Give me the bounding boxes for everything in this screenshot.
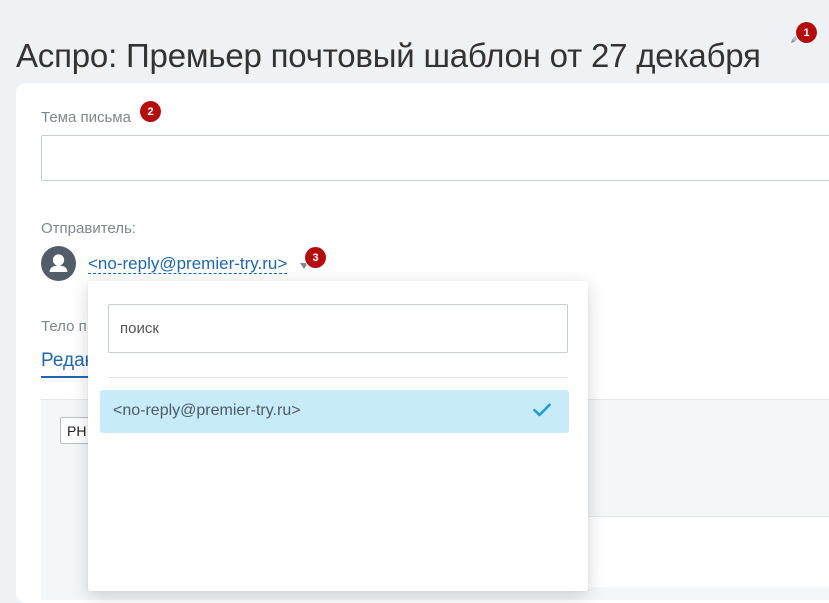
body-label: Тело п	[41, 318, 87, 335]
notification-badge-2: 2	[140, 101, 161, 122]
search-input[interactable]	[108, 304, 568, 353]
page-title: Аспро: Премьер почтовый шаблон от 27 дек…	[16, 37, 761, 75]
tab-editor[interactable]: Редак	[41, 350, 93, 372]
dropdown-option-label: <no-reply@premier-try.ru>	[113, 402, 301, 419]
dropdown-divider	[108, 377, 568, 378]
notification-badge-3: 3	[305, 247, 326, 268]
checkmark-icon	[533, 403, 551, 417]
sender-label: Отправитель:	[41, 220, 136, 237]
user-avatar-icon	[41, 246, 76, 281]
sender-select-link[interactable]: <no-reply@premier-try.ru>	[88, 254, 288, 274]
sender-dropdown: <no-reply@premier-try.ru>	[88, 281, 588, 591]
subject-input[interactable]	[41, 135, 829, 181]
dropdown-option-selected[interactable]: <no-reply@premier-try.ru>	[100, 390, 569, 433]
notification-badge-1: 1	[796, 22, 817, 43]
subject-label: Тема письма	[41, 109, 131, 126]
